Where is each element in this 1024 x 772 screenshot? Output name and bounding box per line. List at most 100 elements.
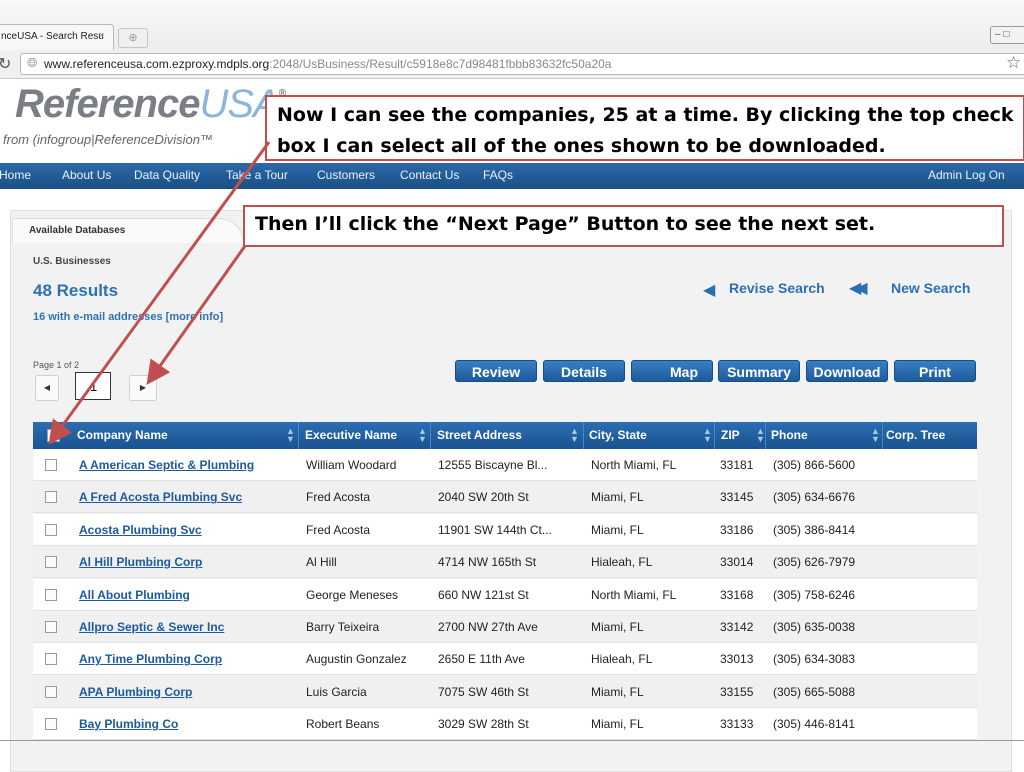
zip-code: 33142 — [720, 620, 754, 634]
select-all-checkbox[interactable] — [47, 429, 60, 442]
nav-about-us[interactable]: About Us — [62, 168, 111, 182]
referenceusa-logo[interactable]: ReferenceUSA® — [15, 82, 286, 127]
double-back-arrow-icon: ◀◀ — [849, 280, 867, 297]
page-info-icon[interactable]: 🌐︎ — [27, 55, 37, 71]
nav-admin-log-on[interactable]: Admin Log On — [928, 168, 1005, 182]
page-number-input[interactable]: 1 — [75, 372, 111, 400]
table-row[interactable]: APA Plumbing Corp Luis Garcia 7075 SW 46th… — [33, 675, 977, 708]
row-checkbox[interactable] — [45, 523, 57, 536]
zip-code: 33014 — [720, 555, 754, 570]
city-state: Miami, FL — [591, 490, 644, 505]
sort-icon[interactable]: ▲ ▼ — [871, 427, 880, 444]
page-indicator: Page 1 of 2 — [33, 360, 80, 370]
phone-number: (305) 446-8141 — [773, 717, 856, 732]
sort-icon[interactable]: ▲ ▼ — [286, 427, 295, 444]
tutorial-callout-select-all: Now I can see the companies, 25 at a tim… — [265, 95, 1024, 161]
zip-code: 33145 — [720, 490, 754, 505]
col-city-state[interactable]: City, State — [589, 428, 647, 442]
row-checkbox[interactable] — [45, 491, 57, 504]
table-row[interactable]: Bay Plumbing Co Robert Beans 3029 SW 28th … — [33, 708, 977, 741]
col-company-name[interactable]: Company Name — [77, 428, 168, 442]
email-info-link[interactable]: 16 with e-mail addresses [more info] — [33, 311, 223, 323]
table-row[interactable]: A Fred Acosta Plumbing Svc Fred Acosta 204… — [33, 481, 977, 514]
sort-icon[interactable]: ▲ ▼ — [418, 427, 427, 444]
executive-name: Barry Teixeira — [306, 620, 380, 634]
row-checkbox[interactable] — [45, 621, 57, 633]
window-controls[interactable]: ‒ □ — [990, 26, 1024, 44]
city-state: Miami, FL — [591, 522, 644, 537]
tab-close-icon[interactable]: × — [99, 30, 104, 40]
nav-customers[interactable]: Customers — [317, 168, 375, 182]
table-row[interactable]: Any Time Plumbing Corp Augustin Gonzalez 2… — [33, 643, 977, 676]
col-phone[interactable]: Phone — [771, 428, 808, 442]
print-button[interactable]: Print — [894, 360, 976, 382]
col-street-address[interactable]: Street Address — [437, 428, 522, 442]
table-row[interactable]: All About Plumbing George Meneses 660 NW 1… — [33, 578, 977, 611]
table-row[interactable]: Al Hill Plumbing Corp Al Hill 4714 NW 165t… — [33, 546, 977, 579]
street-address: 11901 SW 144th Ct... — [438, 522, 552, 537]
executive-name: Al Hill — [306, 555, 337, 570]
column-divider — [583, 422, 584, 449]
zip-code: 33181 — [720, 458, 754, 472]
row-checkbox[interactable] — [45, 459, 57, 471]
nav-home[interactable]: Home — [0, 168, 31, 182]
executive-name: Robert Beans — [306, 717, 380, 732]
main-nav: Home About Us Data Quality Take a Tour C… — [0, 163, 1024, 189]
company-name-link[interactable]: A American Septic & Plumbing — [79, 458, 254, 472]
nav-contact-us[interactable]: Contact Us — [400, 168, 459, 182]
back-arrow-icon: ◀ — [703, 282, 716, 299]
bookmark-star-icon[interactable]: ☆ — [1006, 53, 1021, 73]
next-page-button[interactable]: ▶ — [129, 375, 157, 401]
company-name-link[interactable]: APA Plumbing Corp — [79, 685, 192, 699]
street-address: 7075 SW 46th St — [438, 684, 529, 699]
column-divider — [882, 422, 883, 449]
table-row[interactable]: Allpro Septic & Sewer Inc Barry Teixeira 2… — [33, 611, 977, 643]
table-row[interactable]: Acosta Plumbing Svc Fred Acosta 11901 SW 1… — [33, 513, 977, 546]
company-name-link[interactable]: Acosta Plumbing Svc — [79, 523, 202, 537]
new-search-link[interactable]: New Search — [891, 280, 970, 296]
row-checkbox[interactable] — [45, 556, 57, 569]
row-checkbox[interactable] — [45, 588, 57, 601]
sort-icon[interactable]: ▲ ▼ — [570, 427, 579, 444]
phone-number: (305) 634-3083 — [773, 652, 856, 667]
company-name-link[interactable]: Bay Plumbing Co — [79, 717, 178, 731]
nav-take-a-tour[interactable]: Take a Tour — [226, 168, 288, 182]
details-button[interactable]: Details — [543, 360, 625, 382]
company-name-link[interactable]: Any Time Plumbing Corp — [79, 652, 222, 666]
company-name-link[interactable]: Allpro Septic & Sewer Inc — [79, 620, 224, 634]
row-checkbox[interactable] — [45, 653, 57, 666]
company-name-link[interactable]: A Fred Acosta Plumbing Svc — [79, 490, 242, 504]
row-checkbox[interactable] — [45, 685, 57, 698]
url-text: www.referenceusa.com.ezproxy.mdpls.org:2… — [44, 57, 611, 71]
phone-number: (305) 635-0038 — [773, 620, 856, 634]
logo-main: Reference — [15, 82, 200, 126]
results-count: 48 Results — [33, 281, 119, 300]
street-address: 2700 NW 27th Ave — [438, 620, 538, 634]
nav-data-quality[interactable]: Data Quality — [134, 168, 200, 182]
summary-button[interactable]: Summary — [718, 360, 800, 382]
company-name-link[interactable]: Al Hill Plumbing Corp — [79, 555, 202, 569]
city-state: North Miami, FL — [591, 587, 677, 602]
col-zip[interactable]: ZIP — [721, 428, 740, 442]
address-bar[interactable]: 🌐︎ www.referenceusa.com.ezproxy.mdpls.or… — [20, 53, 1024, 75]
browser-tab[interactable]: nceUSA - Search Resu × — [0, 24, 114, 51]
row-checkbox[interactable] — [45, 718, 57, 731]
available-databases-tab[interactable]: Available Databases — [12, 218, 244, 243]
sort-icon[interactable]: ▲ ▼ — [703, 427, 712, 444]
company-name-link[interactable]: All About Plumbing — [79, 588, 190, 602]
review-button[interactable]: Review — [455, 360, 537, 382]
col-executive-name[interactable]: Executive Name — [305, 428, 397, 442]
sort-icon[interactable]: ▲ ▼ — [756, 427, 765, 444]
reload-icon[interactable]: ↻ — [0, 54, 11, 74]
nav-faqs[interactable]: FAQs — [483, 168, 513, 182]
city-state: Miami, FL — [591, 620, 644, 634]
new-tab-icon[interactable]: ⊕ — [118, 28, 148, 48]
download-button[interactable]: Download — [806, 360, 888, 382]
previous-page-button[interactable]: ◀ — [35, 375, 59, 401]
table-row[interactable]: A American Septic & Plumbing William Wood… — [33, 449, 977, 481]
tab-title: nceUSA - Search Resu — [1, 31, 104, 42]
zip-code: 33013 — [720, 652, 754, 667]
map-button[interactable]: Map — [631, 360, 713, 382]
street-address: 2650 E 11th Ave — [438, 652, 525, 667]
revise-search-link[interactable]: Revise Search — [729, 280, 825, 296]
